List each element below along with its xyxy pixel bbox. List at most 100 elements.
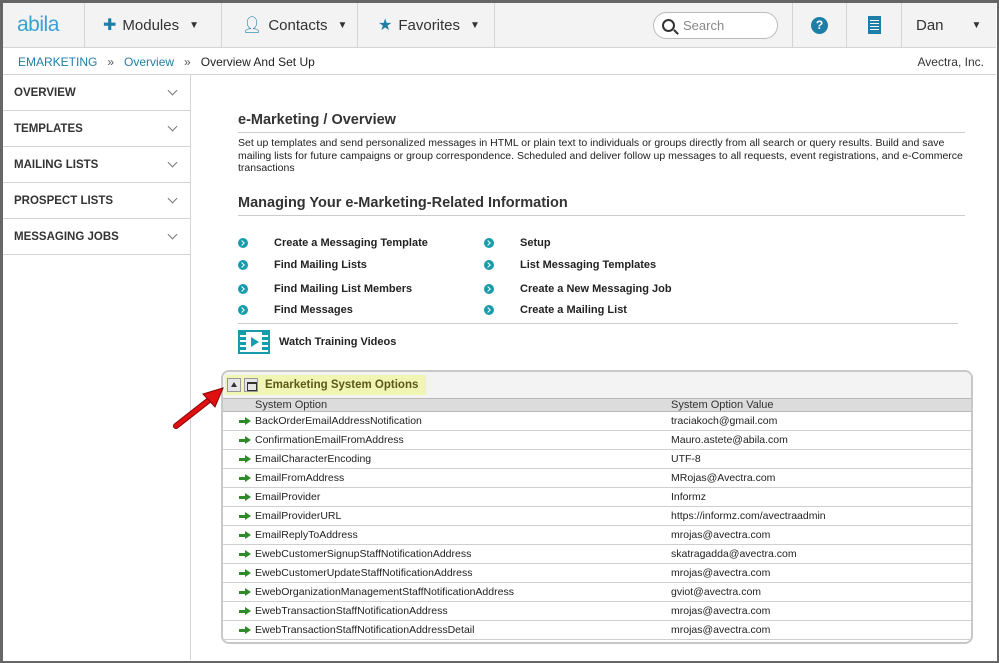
link-setup[interactable]: Setup	[484, 237, 551, 249]
table-row[interactable]: EmailProvider Informz	[223, 488, 971, 507]
table-row[interactable]: BackOrderEmailAddressNotification traciak…	[223, 412, 971, 431]
breadcrumb-separator: »	[184, 54, 191, 69]
breadcrumb-emarketing[interactable]: EMARKETING	[18, 55, 97, 69]
top-nav: abila ✚ Modules ▼ 👤︎ Contacts ▼ ★ Favori…	[3, 3, 996, 48]
table-header: System Option System Option Value	[223, 398, 971, 412]
green-arrow-icon	[239, 531, 251, 539]
panel-header: Emarketing System Options	[223, 372, 971, 398]
option-value: MRojas@Avectra.com	[671, 472, 776, 484]
column-header-value[interactable]: System Option Value	[671, 399, 774, 411]
organization-name: Avectra, Inc.	[917, 54, 984, 69]
panel-title: Emarketing System Options	[265, 379, 419, 391]
chevron-circle-icon	[484, 260, 494, 270]
option-value: Mauro.astete@abila.com	[671, 434, 788, 446]
option-cell: EwebCustomerUpdateStaffNotificationAddre…	[223, 567, 671, 579]
option-name: EwebCustomerUpdateStaffNotificationAddre…	[255, 567, 473, 579]
watch-training-videos-link[interactable]: Watch Training Videos	[238, 330, 396, 354]
help-icon: ?	[811, 16, 828, 34]
link-find-mailing-list-members[interactable]: Find Mailing List Members	[238, 283, 412, 295]
divider	[238, 323, 958, 324]
green-arrow-icon	[239, 455, 251, 463]
green-arrow-icon	[239, 474, 251, 482]
option-name: EmailFromAddress	[255, 472, 345, 484]
sidebar-item-mailing-lists[interactable]: MAILING LISTS	[3, 147, 190, 183]
contacts-menu[interactable]: 👤︎ Contacts ▼	[222, 3, 358, 47]
sidebar-item-label: MAILING LISTS	[14, 158, 99, 171]
breadcrumb-separator: »	[107, 54, 115, 69]
caret-down-icon: ▼	[971, 19, 982, 31]
sidebar-item-label: TEMPLATES	[14, 122, 83, 135]
table-row[interactable]: EmailCharacterEncoding UTF-8	[223, 450, 971, 469]
option-value: mrojas@avectra.com	[671, 624, 771, 636]
collapse-icon[interactable]	[227, 378, 241, 392]
help-button[interactable]: ?	[793, 3, 847, 47]
option-cell: EmailProvider	[223, 491, 671, 503]
link-create-mailing-list[interactable]: Create a Mailing List	[484, 304, 627, 316]
table-row[interactable]: EmailProviderURL https://informz.com/avec…	[223, 507, 971, 526]
option-value: skatragadda@avectra.com	[671, 548, 797, 560]
sidebar-item-label: OVERVIEW	[14, 86, 76, 99]
green-arrow-icon	[239, 436, 251, 444]
main-content: e-Marketing / Overview Set up templates …	[192, 75, 996, 660]
table-row[interactable]: ConfirmationEmailFromAddress Mauro.astete…	[223, 431, 971, 450]
chevron-down-icon	[167, 157, 178, 168]
sidebar-item-templates[interactable]: TEMPLATES	[3, 111, 190, 147]
contacts-label: Contacts	[268, 16, 328, 34]
favorites-menu[interactable]: ★ Favorites ▼	[358, 3, 495, 47]
person-icon: 👤︎	[242, 17, 263, 34]
link-label: Create a New Messaging Job	[520, 283, 672, 295]
link-create-new-messaging-job[interactable]: Create a New Messaging Job	[484, 283, 672, 295]
link-label: Find Mailing Lists	[274, 259, 367, 271]
table-row[interactable]: EwebTransactionStaffNotificationAddressD…	[223, 621, 971, 640]
divider	[238, 215, 965, 216]
modules-menu[interactable]: ✚ Modules ▼	[85, 3, 222, 47]
page-description: Set up templates and send personalized m…	[238, 137, 963, 174]
table-row[interactable]: EwebTransactionStaffNotificationAddress m…	[223, 602, 971, 621]
star-icon: ★	[378, 17, 393, 34]
search-input[interactable]: Search	[653, 11, 778, 39]
option-value: traciakoch@gmail.com	[671, 415, 778, 427]
user-menu[interactable]: Dan ▼	[902, 3, 989, 47]
link-create-messaging-template[interactable]: Create a Messaging Template	[238, 237, 428, 249]
link-find-messages[interactable]: Find Messages	[238, 304, 353, 316]
page-title: e-Marketing / Overview	[238, 112, 396, 128]
table-row[interactable]: EwebOrganizationManagementStaffNotificat…	[223, 583, 971, 602]
table-row[interactable]: EwebCustomerUpdateStaffNotificationAddre…	[223, 564, 971, 583]
window-icon[interactable]	[244, 378, 258, 392]
organization-button[interactable]	[847, 3, 902, 47]
film-icon	[238, 330, 270, 354]
option-value: mrojas@avectra.com	[671, 567, 771, 579]
puzzle-icon: ✚	[103, 17, 117, 34]
option-name: BackOrderEmailAddressNotification	[255, 415, 422, 427]
option-value: https://informz.com/avectraadmin	[671, 510, 826, 522]
chevron-circle-icon	[484, 284, 494, 294]
green-arrow-icon	[239, 588, 251, 596]
sidebar-item-prospect-lists[interactable]: PROSPECT LISTS	[3, 183, 190, 219]
table-row[interactable]: EwebCustomerSignupStaffNotificationAddre…	[223, 545, 971, 564]
option-value: mrojas@avectra.com	[671, 605, 771, 617]
caret-down-icon: ▼	[470, 19, 480, 31]
option-name: ConfirmationEmailFromAddress	[255, 434, 404, 446]
breadcrumb-overview[interactable]: Overview	[124, 55, 174, 69]
link-list-messaging-templates[interactable]: List Messaging Templates	[484, 259, 656, 271]
sidebar-item-messaging-jobs[interactable]: MESSAGING JOBS	[3, 219, 190, 255]
link-find-mailing-lists[interactable]: Find Mailing Lists	[238, 259, 367, 271]
option-cell: EwebTransactionStaffNotificationAddressD…	[223, 624, 671, 636]
option-name: EwebTransactionStaffNotificationAddressD…	[255, 624, 475, 636]
favorites-label: Favorites	[398, 16, 461, 34]
option-value: gviot@avectra.com	[671, 586, 762, 598]
abila-logo[interactable]: abila	[3, 3, 85, 47]
green-arrow-icon	[239, 493, 251, 501]
search-placeholder: Search	[683, 17, 725, 33]
sidebar-item-label: MESSAGING JOBS	[14, 230, 119, 243]
column-header-option[interactable]: System Option	[223, 399, 671, 411]
option-cell: EmailCharacterEncoding	[223, 453, 671, 465]
table-row[interactable]: EmailReplyToAddress mrojas@avectra.com	[223, 526, 971, 545]
table-row[interactable]: EmailFromAddress MRojas@Avectra.com	[223, 469, 971, 488]
sidebar: OVERVIEW TEMPLATES MAILING LISTS PROSPEC…	[3, 75, 191, 660]
red-annotation-arrow-icon	[173, 387, 224, 429]
option-cell: EwebTransactionStaffNotificationAddress	[223, 605, 671, 617]
sidebar-item-overview[interactable]: OVERVIEW	[3, 75, 190, 111]
option-value: Informz	[671, 491, 707, 503]
